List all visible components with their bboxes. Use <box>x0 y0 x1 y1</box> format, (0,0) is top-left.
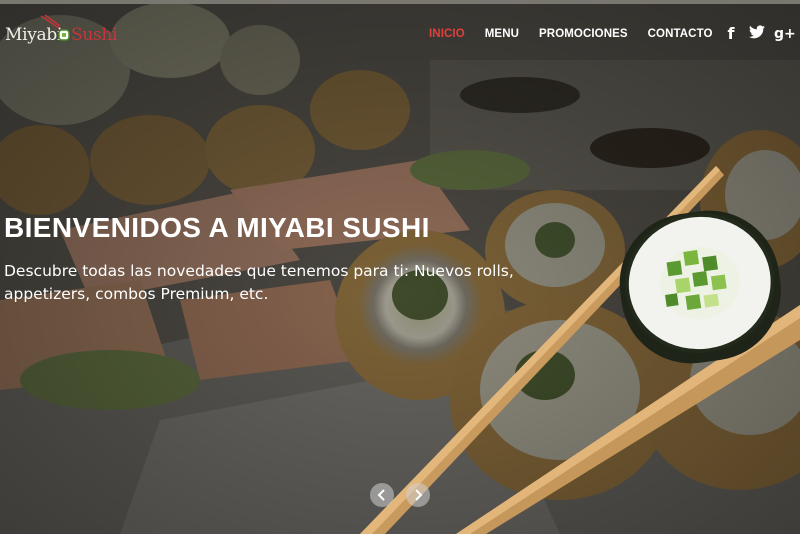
carousel-prev-button[interactable] <box>370 483 394 507</box>
social-links: f g+ <box>724 24 796 43</box>
brand-logo[interactable]: Miyabi Sushi <box>5 14 118 50</box>
brand-name-part1: Miyabi <box>5 25 63 45</box>
carousel-next-button[interactable] <box>406 483 430 507</box>
top-strip <box>0 0 800 4</box>
sushi-logo-icon <box>58 29 70 41</box>
brand-name-part2: Sushi <box>71 25 118 45</box>
hero-subtitle: Descubre todas las novedades que tenemos… <box>4 262 514 303</box>
nav-item-inicio[interactable]: INICIO <box>419 26 475 42</box>
facebook-icon[interactable]: f <box>724 24 738 43</box>
chevron-right-icon <box>415 489 423 501</box>
twitter-icon[interactable] <box>749 24 765 43</box>
chevron-left-icon <box>377 489 385 501</box>
nav-item-contacto[interactable]: CONTACTO <box>638 26 723 42</box>
nav-item-menu[interactable]: MENU <box>475 26 529 42</box>
nav-item-promociones[interactable]: PROMOCIONES <box>529 26 638 42</box>
google-plus-icon[interactable]: g+ <box>774 26 796 42</box>
hero-title: BIENVENIDOS A MIYABI SUSHI <box>4 212 430 243</box>
main-nav: INICIO MENU PROMOCIONES CONTACTO <box>419 26 723 42</box>
